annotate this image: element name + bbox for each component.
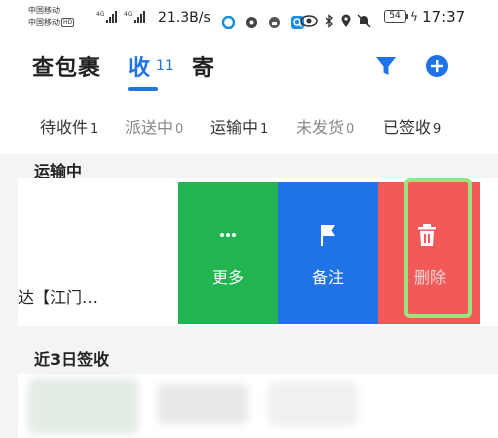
carrier-info: 中国移动 中国移动 HD [28,5,75,29]
section-title-recent-signed: 近3日签收 [34,350,110,369]
location-icon [341,14,351,27]
filter-label: 已签收 [383,118,432,137]
filter-count: 9 [433,122,442,137]
delete-highlight-box [404,178,472,318]
app-header: 查包裹 收 11 寄 [0,36,498,100]
more-dots-icon [220,233,236,237]
filter-delivering[interactable]: 派送中 0 [125,118,183,140]
filter-not-shipped[interactable]: 未发货 0 [296,118,354,140]
flag-icon [321,225,335,246]
filter-icon[interactable] [372,52,400,80]
app-notify-icon-3 [268,14,281,28]
filter-in-transit[interactable]: 运输中 1 [210,118,268,140]
filter-signed[interactable]: 已签收 9 [383,118,441,140]
status-bar: 中国移动 中国移动 HD 4G 4G 21.3B/s 54 ϟ 17:37 [0,0,498,36]
blurred-content [158,384,248,424]
signal-icon-1: 4G [96,11,117,23]
note-button[interactable]: 备注 [278,182,378,324]
carrier-1: 中国移动 [28,6,60,15]
battery-icon: 54 [384,10,408,23]
recent-package-card[interactable] [18,374,498,438]
tab-receive-count: 11 [156,58,174,74]
app-notify-icon-2 [245,14,258,28]
notification-icons [221,10,309,30]
filter-count: 0 [175,122,184,137]
app-title: 查包裹 [32,56,102,81]
add-icon[interactable] [423,52,451,80]
app-notify-icon-1 [221,14,236,30]
blurred-content [28,378,138,434]
filter-label: 运输中 [210,118,259,137]
mute-icon [357,13,371,28]
carrier-2: 中国移动 [28,18,60,27]
filter-pending-pickup[interactable]: 待收件 1 [40,118,98,140]
package-status-text: 达【江门… [18,288,99,307]
network-speed: 21.3B/s [158,10,211,26]
charging-icon: ϟ [410,10,418,24]
eye-icon [300,14,318,27]
note-label: 备注 [311,268,344,287]
blurred-content [268,382,358,426]
more-button[interactable]: 更多 [178,182,278,324]
bluetooth-icon [325,13,334,28]
filter-label: 派送中 [125,118,174,137]
filter-label: 待收件 [40,118,89,137]
network-type-2: 4G [124,11,133,18]
active-tab-indicator [128,87,158,91]
hd-badge: HD [61,18,75,27]
tab-send[interactable]: 寄 [192,50,214,82]
network-type-1: 4G [96,11,105,18]
filter-count: 1 [90,122,99,137]
clock: 17:37 [422,8,466,26]
status-filter-bar: 待收件 1 派送中 0 运输中 1 未发货 0 已签收 9 [0,100,498,154]
signal-icon-2: 4G [124,11,145,23]
filter-label: 未发货 [296,118,345,137]
more-label: 更多 [211,268,244,287]
filter-count: 1 [260,122,269,137]
system-icons [300,10,371,28]
filter-count: 0 [346,122,355,137]
tab-receive[interactable]: 收 [128,50,150,82]
